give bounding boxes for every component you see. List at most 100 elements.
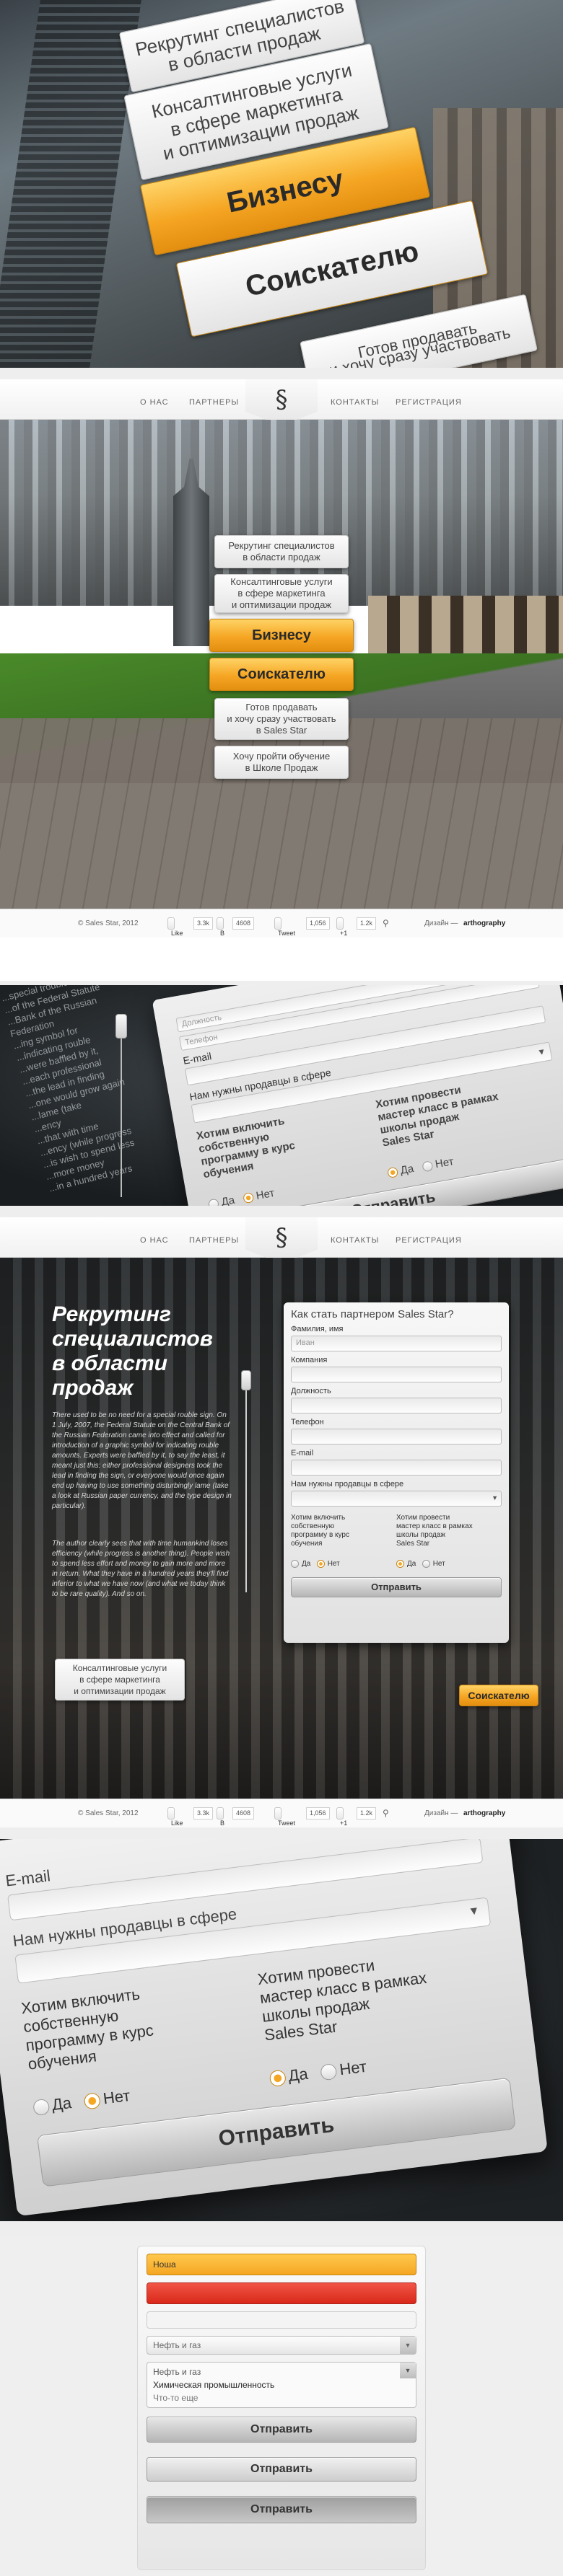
form-options: Хотим включить собственную программу в к…	[291, 1514, 502, 1569]
gplus-label: +1	[340, 1819, 348, 1827]
radio-yes[interactable]	[291, 1560, 299, 1568]
phone-field[interactable]	[291, 1429, 502, 1444]
field-active-state[interactable]: Ноша	[147, 2254, 416, 2275]
fb-like-button[interactable]: Like	[167, 917, 183, 937]
nav-register[interactable]: РЕГИСТРАЦИЯ	[396, 398, 462, 407]
partner-paragraph-1: There used to be no need for a special r…	[52, 1411, 232, 1510]
nav-about[interactable]: О НАС	[140, 398, 169, 407]
states-panel: Ноша Нефть и газ ▼ Нефть и газ Химическа…	[137, 2246, 426, 2570]
studio-link[interactable]: arthography	[463, 1809, 505, 1817]
partner-paragraph-2: The author clearly sees that with time h…	[52, 1540, 230, 1598]
closeup2-master-label: Хотим провести мастер класс в рамках шко…	[256, 1956, 428, 2045]
chevron-down-icon: ▼	[536, 1046, 547, 1058]
radio-no[interactable]	[422, 1560, 430, 1568]
radio-yes[interactable]	[396, 1560, 404, 1568]
menu-recruiting[interactable]: Рекрутинг специалистов в области продаж	[214, 535, 349, 568]
position-field[interactable]	[291, 1398, 502, 1413]
radio-yes-label: Да	[302, 1560, 311, 1569]
submit-button-hover[interactable]: Отправить	[147, 2457, 416, 2482]
submit-button-default[interactable]: Отправить	[147, 2417, 416, 2443]
closeup2-form-panel: E-mail Нам нужны продавцы в сфере ▼ Хоти…	[0, 1839, 548, 2217]
field-empty[interactable]	[147, 2311, 416, 2329]
radio-no[interactable]	[83, 2092, 102, 2110]
partner-seeker-button[interactable]: Соискателю	[459, 1685, 538, 1706]
radio-yes[interactable]	[207, 1198, 220, 1206]
option-item[interactable]: Нефть и газ	[153, 2365, 410, 2378]
phone-label: Телефон	[291, 1418, 324, 1426]
radio-no-label: Нет	[255, 1186, 276, 1203]
position-label: Должность	[291, 1387, 331, 1395]
vk-count: 4608	[232, 917, 255, 930]
home-page: О НАС ПАРТНЕРЫ КОНТАКТЫ РЕГИСТРАЦИЯ § Ре…	[0, 379, 563, 981]
company-field[interactable]	[291, 1367, 502, 1382]
tweet-count: 1,056	[306, 1807, 330, 1819]
fb-like-button[interactable]: Like	[167, 1807, 183, 1827]
fb-like-label: Like	[171, 930, 183, 937]
radio-no[interactable]	[422, 1160, 434, 1173]
chevron-down-icon: ▼	[400, 2363, 416, 2378]
scroll-handle[interactable]	[241, 1370, 251, 1390]
tweet-count: 1,056	[306, 917, 330, 930]
radio-yes-label: Да	[407, 1560, 416, 1569]
select-expanded[interactable]: Нефть и газ Химическая промышленность Чт…	[147, 2362, 416, 2408]
tweet-label: Tweet	[278, 1819, 296, 1827]
nav-register[interactable]: РЕГИСТРАЦИЯ	[396, 1236, 462, 1245]
footer: © Sales Star, 2012 Like 3.3k В 4608 Twee…	[0, 909, 563, 938]
option-item[interactable]: Химическая промышленность	[153, 2378, 410, 2391]
chevron-down-icon: ▼	[467, 1905, 481, 1918]
select-collapsed[interactable]: Нефть и газ ▼	[147, 2336, 416, 2355]
partner-consulting-button[interactable]: Консалтинговые услуги в сфере маркетинга…	[55, 1659, 185, 1701]
company-label: Компания	[291, 1356, 328, 1364]
form-submit-button[interactable]: Отправить	[291, 1577, 502, 1598]
radio-yes[interactable]	[387, 1166, 399, 1178]
design-credit: Дизайн —	[424, 1809, 458, 1817]
gplus-label: +1	[340, 930, 348, 937]
link-icon[interactable]: ⚲	[383, 918, 389, 928]
tweet-button[interactable]: Tweet	[274, 917, 295, 937]
menu-consulting[interactable]: Консалтинговые услуги в сфере маркетинга…	[214, 574, 349, 613]
gplus-count: 1.2k	[357, 917, 377, 930]
option-item[interactable]: Что-то еще	[153, 2391, 410, 2404]
scroll-handle[interactable]	[115, 1014, 127, 1038]
menu-seeker-button[interactable]: Соискателю	[209, 658, 354, 691]
fb-like-count: 3.3k	[193, 1807, 214, 1819]
closeup-form-panel: Должность Телефон E-mail Нам нужны прода…	[152, 985, 563, 1206]
menu-business-button[interactable]: Бизнесу	[209, 619, 354, 652]
radio-yes[interactable]	[269, 2069, 287, 2088]
nav-partners[interactable]: ПАРТНЕРЫ	[189, 398, 239, 407]
nav-partners[interactable]: ПАРТНЕРЫ	[189, 1236, 239, 1245]
closeup-field-label: Телефон	[184, 1033, 219, 1047]
train-label: Хотим включить собственную программу в к…	[291, 1514, 349, 1548]
gplus-button[interactable]: +1	[336, 917, 347, 937]
closeup2-train-option: Хотим включить собственную программу в к…	[20, 1973, 248, 2117]
name-field[interactable]: Иван	[291, 1336, 502, 1351]
field-error-state[interactable]	[147, 2282, 416, 2304]
studio-link[interactable]: arthography	[463, 919, 505, 927]
radio-no[interactable]	[320, 2063, 339, 2081]
name-label: Фамилия, имя	[291, 1325, 344, 1333]
menu-ready[interactable]: Готов продавать и хочу сразу участвовать…	[214, 698, 349, 740]
nav-about[interactable]: О НАС	[140, 1236, 169, 1245]
nav-contacts[interactable]: КОНТАКТЫ	[331, 1236, 379, 1245]
vk-label: В	[220, 930, 225, 937]
nav-contacts[interactable]: КОНТАКТЫ	[331, 398, 379, 407]
sphere-select[interactable]: ▼	[291, 1491, 502, 1507]
vk-button[interactable]: В	[217, 1807, 224, 1827]
design-credit: Дизайн —	[424, 919, 458, 927]
sphere-label: Нам нужны продавцы в сфере	[291, 1480, 404, 1488]
logo-mark: §	[275, 385, 288, 414]
radio-yes[interactable]	[32, 2098, 51, 2117]
field-active-value: Ноша	[153, 2259, 176, 2270]
tweet-button[interactable]: Tweet	[274, 1807, 295, 1827]
gplus-button[interactable]: +1	[336, 1807, 347, 1827]
scroll-track	[245, 1390, 247, 1592]
vk-button[interactable]: В	[217, 917, 224, 937]
submit-button-pressed[interactable]: Отправить	[147, 2496, 416, 2523]
link-icon[interactable]: ⚲	[383, 1808, 389, 1818]
radio-yes-label: Да	[51, 2093, 73, 2114]
vk-count: 4608	[232, 1807, 255, 1819]
email-field[interactable]	[291, 1460, 502, 1476]
radio-no[interactable]	[316, 1560, 325, 1568]
menu-training[interactable]: Хочу пройти обучение в Школе Продаж	[214, 746, 349, 779]
radio-no[interactable]	[243, 1192, 255, 1204]
